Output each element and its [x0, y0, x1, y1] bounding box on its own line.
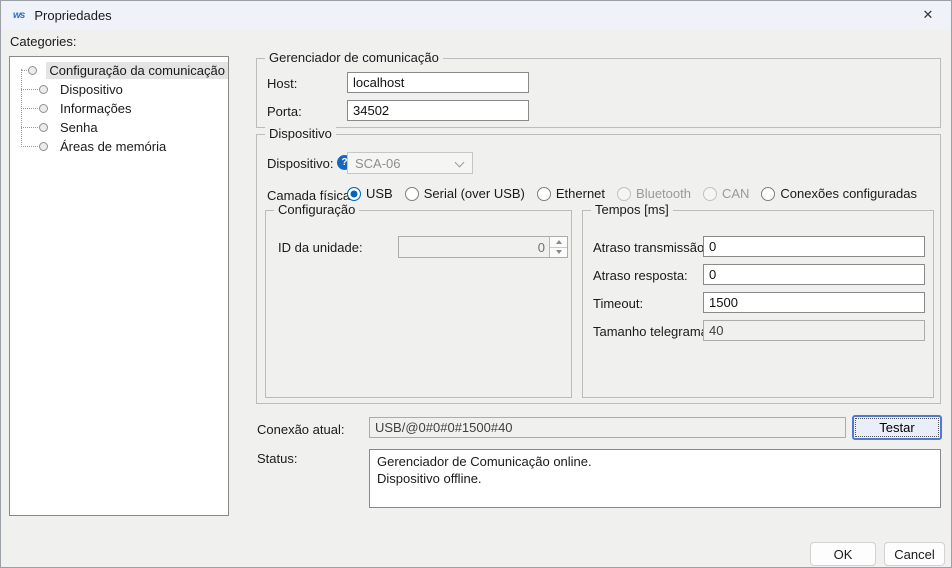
spinner-down-icon [550, 247, 567, 258]
radio-bluetooth: Bluetooth [617, 186, 691, 201]
radio-can-icon [703, 187, 717, 201]
telegram-size-label: Tamanho telegrama: [593, 324, 712, 339]
tree-item-informacoes[interactable]: Informações [10, 99, 228, 118]
radio-serial-over-usb[interactable]: Serial (over USB) [405, 186, 525, 201]
group-comm-manager: Gerenciador de comunicação Host: Porta: [256, 58, 941, 128]
device-label: Dispositivo: [267, 156, 333, 171]
radio-conexoes-icon [761, 187, 775, 201]
radio-conexoes-configuradas[interactable]: Conexões configuradas [761, 186, 917, 201]
test-button[interactable]: Testar [852, 415, 942, 440]
tree-bullet-icon [39, 104, 48, 113]
close-button[interactable]: ✕ [905, 1, 951, 29]
group-device-legend: Dispositivo [265, 126, 336, 141]
timeout-label: Timeout: [593, 296, 643, 311]
ok-button[interactable]: OK [810, 542, 876, 566]
radio-usb[interactable]: USB [347, 186, 393, 201]
status-line-1: Gerenciador de Comunicação online. [377, 453, 933, 470]
categories-tree: Configuração da comunicação Dispositivo … [9, 56, 229, 516]
categories-label: Categories: [10, 34, 76, 49]
host-input[interactable] [347, 72, 529, 93]
group-configuration: Configuração ID da unidade: 0 [265, 210, 572, 398]
status-line-2: Dispositivo offline. [377, 470, 933, 487]
unit-id-label: ID da unidade: [278, 240, 363, 255]
status-label: Status: [257, 451, 297, 466]
radio-ethernet-icon [537, 187, 551, 201]
device-select: SCA-06 [347, 152, 473, 174]
tree-item-areas-memoria[interactable]: Áreas de memória [10, 137, 228, 156]
tx-delay-input[interactable] [703, 236, 925, 257]
tree-item-label: Áreas de memória [57, 138, 169, 155]
close-icon: ✕ [923, 7, 934, 23]
tree-item-label: Configuração da comunicação [46, 62, 228, 79]
port-input[interactable] [347, 100, 529, 121]
response-delay-input[interactable] [703, 264, 925, 285]
tree-bullet-icon [28, 66, 37, 75]
device-select-value: SCA-06 [355, 156, 401, 171]
unit-id-spinner: 0 [398, 236, 568, 258]
port-label: Porta: [267, 104, 302, 119]
group-comm-manager-legend: Gerenciador de comunicação [265, 50, 443, 65]
tree-bullet-icon [39, 85, 48, 94]
radio-serial-icon [405, 187, 419, 201]
app-icon: ws [13, 10, 24, 21]
radio-ethernet[interactable]: Ethernet [537, 186, 605, 201]
group-times-legend: Tempos [ms] [591, 202, 673, 217]
physical-layer-radios: USB Serial (over USB) Ethernet Bluetooth… [347, 186, 917, 201]
tree-item-label: Dispositivo [57, 81, 126, 98]
tree-item-senha[interactable]: Senha [10, 118, 228, 137]
tree-item-dispositivo[interactable]: Dispositivo [10, 80, 228, 99]
radio-bluetooth-icon [617, 187, 631, 201]
chevron-down-icon [455, 158, 465, 168]
radio-usb-icon [347, 187, 361, 201]
tree-bullet-icon [39, 142, 48, 151]
status-box: Gerenciador de Comunicação online. Dispo… [369, 449, 941, 508]
tree-item-configuracao-comunicacao[interactable]: Configuração da comunicação [10, 61, 228, 80]
current-connection-field [369, 417, 846, 438]
current-connection-label: Conexão atual: [257, 422, 344, 437]
host-label: Host: [267, 76, 297, 91]
spinner-up-icon [550, 237, 567, 247]
tree-bullet-icon [39, 123, 48, 132]
tx-delay-label: Atraso transmissão: [593, 240, 708, 255]
radio-can: CAN [703, 186, 749, 201]
timeout-input[interactable] [703, 292, 925, 313]
titlebar: ws Propriedades ✕ [1, 1, 951, 29]
group-configuration-legend: Configuração [274, 202, 359, 217]
tree-item-label: Informações [57, 100, 135, 117]
group-device: Dispositivo Dispositivo: ? SCA-06 Camada… [256, 134, 941, 404]
tree-item-label: Senha [57, 119, 101, 136]
properties-dialog: ws Propriedades ✕ Categories: Configuraç… [0, 0, 952, 568]
window-title: Propriedades [34, 8, 111, 23]
group-times: Tempos [ms] Atraso transmissão: Atraso r… [582, 210, 934, 398]
physical-layer-label: Camada física: [267, 188, 354, 203]
unit-id-value: 0 [538, 240, 545, 255]
telegram-size-input [703, 320, 925, 341]
response-delay-label: Atraso resposta: [593, 268, 688, 283]
cancel-button[interactable]: Cancel [884, 542, 945, 566]
